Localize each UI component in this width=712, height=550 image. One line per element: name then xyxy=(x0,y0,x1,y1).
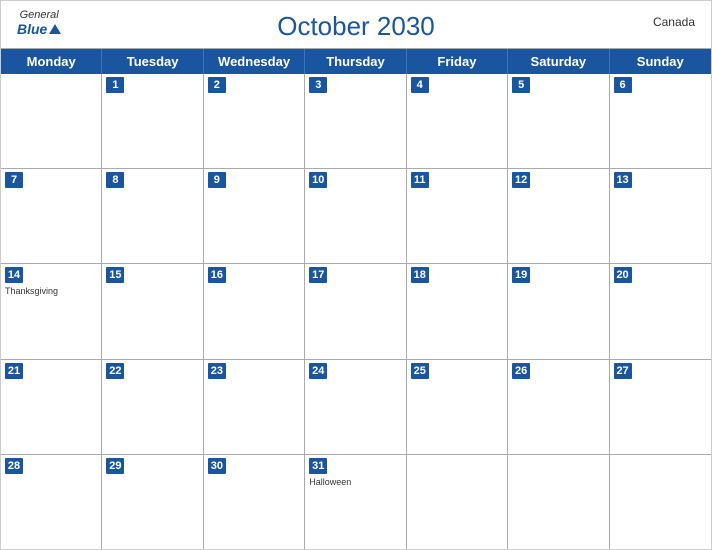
day-header-wednesday: Wednesday xyxy=(204,49,305,74)
day-number: 13 xyxy=(614,172,632,188)
week-row: 21 22 23 24 25 26 27 xyxy=(1,360,711,455)
day-number: 24 xyxy=(309,363,327,379)
day-number: 3 xyxy=(309,77,327,93)
day-number: 2 xyxy=(208,77,226,93)
logo-triangle-icon xyxy=(49,24,61,34)
week-row: 7 8 9 10 11 12 13 xyxy=(1,169,711,264)
day-number: 20 xyxy=(614,267,632,283)
day-number: 12 xyxy=(512,172,530,188)
day-number: 6 xyxy=(614,77,632,93)
day-cell: 7 xyxy=(1,169,102,263)
day-cell xyxy=(610,455,711,549)
day-cell: 11 xyxy=(407,169,508,263)
event-label: Thanksgiving xyxy=(5,286,97,296)
day-number: 22 xyxy=(106,363,124,379)
day-header-monday: Monday xyxy=(1,49,102,74)
calendar-container: General Blue October 2030 Canada MondayT… xyxy=(0,0,712,550)
day-cell: 15 xyxy=(102,264,203,358)
event-label: Halloween xyxy=(309,477,401,487)
day-cell: 17 xyxy=(305,264,406,358)
day-number: 15 xyxy=(106,267,124,283)
day-cell: 10 xyxy=(305,169,406,263)
day-cell xyxy=(407,455,508,549)
day-headers-row: MondayTuesdayWednesdayThursdayFridaySatu… xyxy=(1,49,711,74)
day-number: 21 xyxy=(5,363,23,379)
day-number: 30 xyxy=(208,458,226,474)
day-cell: 8 xyxy=(102,169,203,263)
day-number: 31 xyxy=(309,458,327,474)
day-cell: 28 xyxy=(1,455,102,549)
day-number: 27 xyxy=(614,363,632,379)
day-number xyxy=(411,458,429,474)
day-header-thursday: Thursday xyxy=(305,49,406,74)
day-cell: 5 xyxy=(508,74,609,168)
calendar-grid: MondayTuesdayWednesdayThursdayFridaySatu… xyxy=(1,48,711,549)
weeks-container: 1234567891011121314Thanksgiving151617181… xyxy=(1,74,711,549)
logo-blue: Blue xyxy=(17,21,47,37)
day-header-sunday: Sunday xyxy=(610,49,711,74)
week-row: 28 29 30 31 Halloween xyxy=(1,455,711,549)
day-number xyxy=(614,458,632,474)
day-number: 26 xyxy=(512,363,530,379)
day-cell: 13 xyxy=(610,169,711,263)
day-cell: 30 xyxy=(204,455,305,549)
day-number: 8 xyxy=(106,172,124,188)
day-cell xyxy=(1,74,102,168)
day-cell: 9 xyxy=(204,169,305,263)
day-number: 25 xyxy=(411,363,429,379)
day-cell: 25 xyxy=(407,360,508,454)
calendar-header: General Blue October 2030 Canada xyxy=(1,1,711,48)
day-cell: 1 xyxy=(102,74,203,168)
day-cell: 2 xyxy=(204,74,305,168)
day-header-tuesday: Tuesday xyxy=(102,49,203,74)
day-cell: 24 xyxy=(305,360,406,454)
calendar-title: October 2030 xyxy=(277,11,435,42)
day-number: 7 xyxy=(5,172,23,188)
day-number: 29 xyxy=(106,458,124,474)
day-number: 16 xyxy=(208,267,226,283)
logo-area: General Blue xyxy=(17,9,61,37)
week-row: 14 Thanksgiving 15 16 17 18 19 20 xyxy=(1,264,711,359)
day-cell: 29 xyxy=(102,455,203,549)
day-number: 18 xyxy=(411,267,429,283)
day-number: 11 xyxy=(411,172,429,188)
day-cell xyxy=(508,455,609,549)
day-number: 9 xyxy=(208,172,226,188)
day-number: 14 xyxy=(5,267,23,283)
day-cell: 27 xyxy=(610,360,711,454)
day-number: 17 xyxy=(309,267,327,283)
day-cell: 22 xyxy=(102,360,203,454)
day-number: 1 xyxy=(106,77,124,93)
day-header-saturday: Saturday xyxy=(508,49,609,74)
day-number: 28 xyxy=(5,458,23,474)
day-number: 23 xyxy=(208,363,226,379)
day-cell: 4 xyxy=(407,74,508,168)
day-number: 5 xyxy=(512,77,530,93)
day-cell: 14 Thanksgiving xyxy=(1,264,102,358)
day-cell: 26 xyxy=(508,360,609,454)
week-row: 1 2 3 4 5 6 xyxy=(1,74,711,169)
day-number: 4 xyxy=(411,77,429,93)
day-number: 10 xyxy=(309,172,327,188)
logo-general: General xyxy=(20,9,59,21)
day-cell: 20 xyxy=(610,264,711,358)
day-cell: 6 xyxy=(610,74,711,168)
day-cell: 23 xyxy=(204,360,305,454)
day-cell: 12 xyxy=(508,169,609,263)
day-cell: 21 xyxy=(1,360,102,454)
day-cell: 31 Halloween xyxy=(305,455,406,549)
day-cell: 16 xyxy=(204,264,305,358)
day-header-friday: Friday xyxy=(407,49,508,74)
day-cell: 18 xyxy=(407,264,508,358)
day-number xyxy=(5,77,23,93)
day-cell: 19 xyxy=(508,264,609,358)
day-number xyxy=(512,458,530,474)
day-cell: 3 xyxy=(305,74,406,168)
logo-row: Blue xyxy=(17,21,61,37)
country-label: Canada xyxy=(653,15,695,29)
day-number: 19 xyxy=(512,267,530,283)
